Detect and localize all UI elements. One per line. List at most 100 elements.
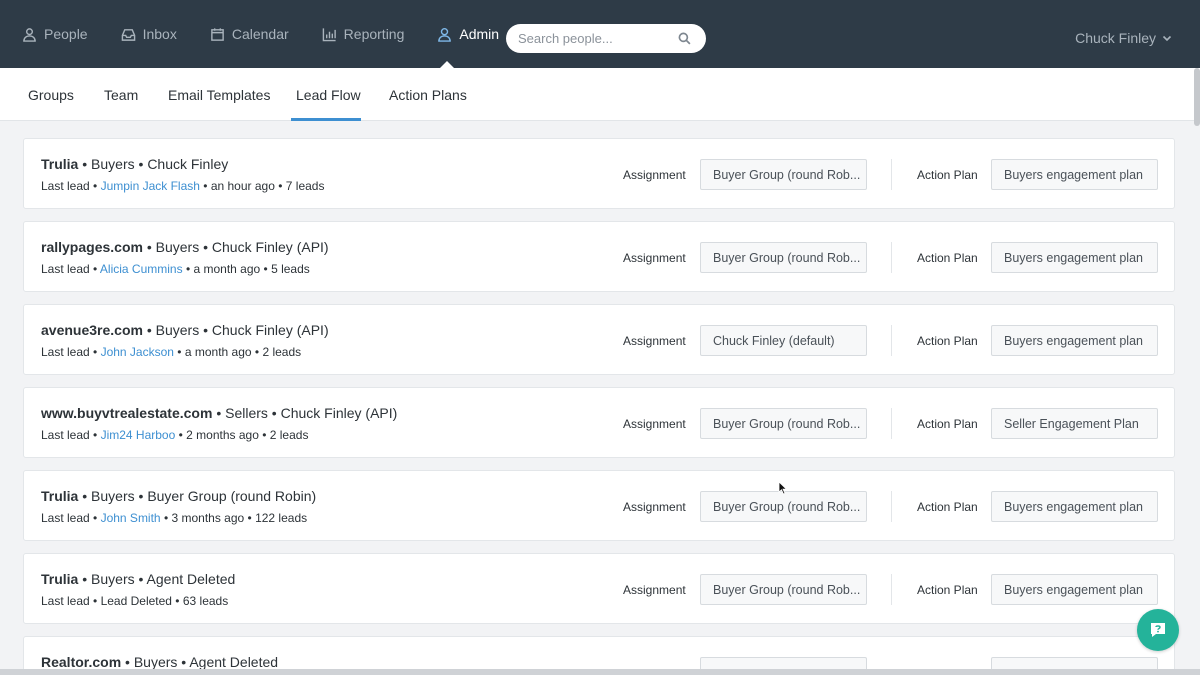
lead-owner: Chuck Finley (API) bbox=[211, 322, 329, 338]
reporting-icon bbox=[322, 27, 336, 41]
inbox-icon bbox=[121, 28, 135, 41]
action-plan-dropdown[interactable]: Buyers engagement plan bbox=[991, 159, 1158, 190]
nav-item-inbox[interactable]: Inbox bbox=[121, 26, 177, 42]
search-box[interactable] bbox=[506, 24, 706, 53]
last-lead-info: Last lead • John Jackson • a month ago •… bbox=[41, 345, 302, 359]
last-lead-info: Last lead • Jumpin Jack Flash • an hour … bbox=[41, 179, 325, 193]
assignment-dropdown[interactable]: Buyer Group (round Rob... bbox=[700, 242, 867, 273]
assignment-label: Assignment bbox=[623, 168, 686, 182]
last-lead-deleted: Lead Deleted bbox=[100, 594, 172, 608]
tab-action-plans[interactable]: Action Plans bbox=[389, 87, 467, 103]
chat-help-icon bbox=[1151, 623, 1165, 637]
help-chat-button[interactable] bbox=[1137, 609, 1179, 651]
admin-subnav: Groups Team Email Templates Lead Flow Ac… bbox=[0, 68, 1200, 121]
search-input[interactable] bbox=[518, 31, 678, 46]
lead-flow-title: www.buyvtrealestate.com • Sellers • Chuc… bbox=[41, 405, 398, 421]
nav-item-reporting[interactable]: Reporting bbox=[322, 26, 405, 42]
lead-type: Buyers bbox=[133, 654, 178, 670]
nav-item-label: Inbox bbox=[142, 26, 177, 42]
lead-owner: Chuck Finley bbox=[147, 156, 229, 172]
assignment-dropdown[interactable]: Buyer Group (round Rob... bbox=[700, 159, 867, 190]
lead-owner: Agent Deleted bbox=[189, 654, 279, 670]
divider bbox=[891, 159, 892, 190]
action-plan-label: Action Plan bbox=[917, 251, 978, 265]
action-plan-dropdown[interactable]: Buyers engagement plan bbox=[991, 242, 1158, 273]
last-lead-time: a month ago bbox=[193, 262, 261, 276]
lead-flow-title: Trulia • Buyers • Buyer Group (round Rob… bbox=[41, 488, 317, 504]
assignment-dropdown[interactable]: Buyer Group (round Rob... bbox=[700, 408, 867, 439]
lead-owner: Agent Deleted bbox=[146, 571, 236, 587]
last-lead-time: 2 months ago bbox=[186, 428, 259, 442]
last-lead-link[interactable]: Alicia Cummins bbox=[100, 262, 183, 276]
lead-flow-card: Realtor.com • Buyers • Agent Deleted bbox=[23, 636, 1175, 675]
last-lead-info: Last lead • Lead Deleted • 63 leads bbox=[41, 594, 229, 608]
lead-flow-card: rallypages.com • Buyers • Chuck Finley (… bbox=[23, 221, 1175, 292]
nav-item-label: Reporting bbox=[343, 26, 405, 42]
nav-item-people[interactable]: People bbox=[22, 26, 88, 42]
scrollbar[interactable] bbox=[1194, 68, 1200, 126]
nav-item-calendar[interactable]: Calendar bbox=[210, 26, 289, 42]
top-nav-bar: People Inbox Calendar Reporting Admin Ch… bbox=[0, 0, 1200, 68]
last-lead-info: Last lead • Jim24 Harboo • 2 months ago … bbox=[41, 428, 309, 442]
lead-count: 63 leads bbox=[182, 594, 229, 608]
lead-source: www.buyvtrealestate.com bbox=[41, 405, 213, 421]
last-lead-link[interactable]: Jumpin Jack Flash bbox=[101, 179, 200, 193]
assignment-label: Assignment bbox=[623, 583, 686, 597]
lead-source: rallypages.com bbox=[41, 239, 143, 255]
lead-type: Buyers bbox=[91, 571, 135, 587]
lead-owner: Chuck Finley (API) bbox=[211, 239, 329, 255]
main-nav: People Inbox Calendar Reporting Admin bbox=[22, 26, 532, 42]
action-plan-label: Action Plan bbox=[917, 583, 978, 597]
last-lead-info: Last lead • Alicia Cummins • a month ago… bbox=[41, 262, 310, 276]
last-lead-info: Last lead • John Smith • 3 months ago • … bbox=[41, 511, 308, 525]
tab-team[interactable]: Team bbox=[104, 87, 138, 103]
lead-source: Trulia bbox=[41, 571, 79, 587]
assignment-dropdown[interactable]: Buyer Group (round Rob... bbox=[700, 574, 867, 605]
tab-groups[interactable]: Groups bbox=[28, 87, 74, 103]
lead-type: Buyers bbox=[155, 239, 200, 255]
lead-flow-card: Trulia • Buyers • Buyer Group (round Rob… bbox=[23, 470, 1175, 541]
lead-owner: Buyer Group (round Robin) bbox=[147, 488, 317, 504]
lead-source: Realtor.com bbox=[41, 654, 122, 670]
lead-flow-card: Trulia • Buyers • Agent Deleted Last lea… bbox=[23, 553, 1175, 624]
user-name: Chuck Finley bbox=[1075, 30, 1156, 46]
last-lead-time: 3 months ago bbox=[171, 511, 245, 525]
last-lead-link[interactable]: John Smith bbox=[101, 511, 161, 525]
lead-flow-card: www.buyvtrealestate.com • Sellers • Chuc… bbox=[23, 387, 1175, 458]
admin-icon bbox=[438, 27, 452, 42]
action-plan-dropdown[interactable]: Buyers engagement plan bbox=[991, 574, 1158, 605]
search-icon[interactable] bbox=[678, 32, 691, 45]
action-plan-dropdown[interactable]: Buyers engagement plan bbox=[991, 491, 1158, 522]
action-plan-label: Action Plan bbox=[917, 417, 978, 431]
assignment-label: Assignment bbox=[623, 417, 686, 431]
os-dock-strip bbox=[0, 669, 1200, 675]
divider bbox=[891, 491, 892, 522]
people-icon bbox=[23, 27, 36, 42]
last-lead-time: an hour ago bbox=[210, 179, 275, 193]
tab-lead-flow[interactable]: Lead Flow bbox=[296, 87, 361, 103]
assignment-dropdown[interactable]: Buyer Group (round Rob... bbox=[700, 491, 867, 522]
tab-email-templates[interactable]: Email Templates bbox=[168, 87, 270, 103]
lead-type: Buyers bbox=[91, 488, 135, 504]
assignment-label: Assignment bbox=[623, 251, 686, 265]
assignment-dropdown[interactable]: Chuck Finley (default) bbox=[700, 325, 867, 356]
last-lead-link[interactable]: John Jackson bbox=[101, 345, 174, 359]
action-plan-dropdown[interactable]: Buyers engagement plan bbox=[991, 325, 1158, 356]
action-plan-label: Action Plan bbox=[917, 168, 978, 182]
lead-count: 2 leads bbox=[262, 345, 302, 359]
nav-item-label: Admin bbox=[459, 26, 500, 42]
lead-count: 7 leads bbox=[285, 179, 325, 193]
lead-flow-title: Realtor.com • Buyers • Agent Deleted bbox=[41, 654, 279, 670]
lead-owner: Chuck Finley (API) bbox=[280, 405, 398, 421]
active-tab-underline bbox=[291, 118, 361, 121]
lead-flow-title: rallypages.com • Buyers • Chuck Finley (… bbox=[41, 239, 329, 255]
lead-source: Trulia bbox=[41, 156, 79, 172]
assignment-label: Assignment bbox=[623, 334, 686, 348]
mouse-cursor-icon bbox=[778, 481, 788, 495]
user-menu[interactable]: Chuck Finley bbox=[1075, 30, 1172, 46]
action-plan-dropdown[interactable]: Seller Engagement Plan bbox=[991, 408, 1158, 439]
nav-item-admin[interactable]: Admin bbox=[437, 26, 499, 42]
chevron-down-icon bbox=[1162, 35, 1172, 42]
lead-flow-card: Trulia • Buyers • Chuck Finley Last lead… bbox=[23, 138, 1175, 209]
last-lead-link[interactable]: Jim24 Harboo bbox=[101, 428, 176, 442]
